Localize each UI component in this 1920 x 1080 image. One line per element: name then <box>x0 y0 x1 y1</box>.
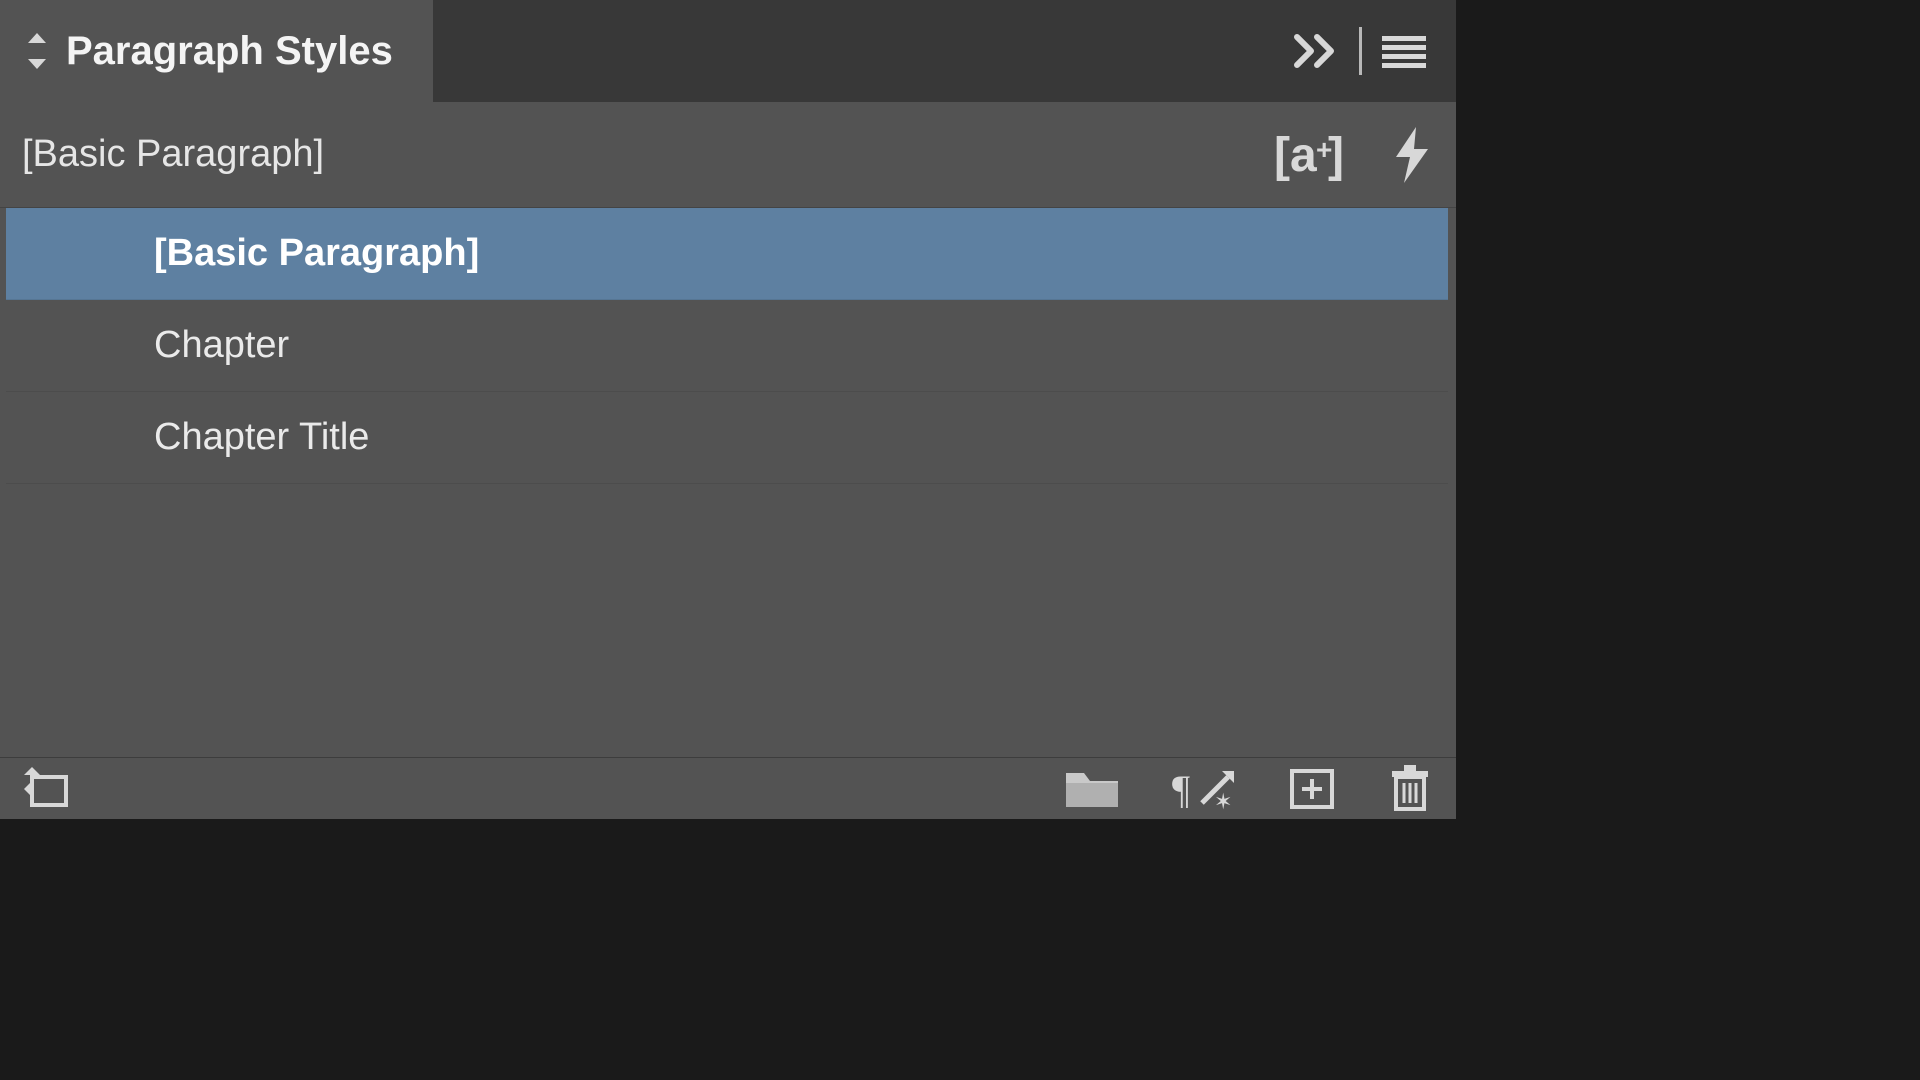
style-row-basic-paragraph[interactable]: [Basic Paragraph] <box>6 208 1448 300</box>
style-row-label: Chapter <box>154 324 289 367</box>
panel-tab-label: Paragraph Styles <box>66 29 393 74</box>
panel-tabbar-controls <box>1289 0 1456 102</box>
drag-handle-icon[interactable] <box>24 33 50 69</box>
create-new-style-icon[interactable] <box>1288 767 1336 811</box>
current-style-label: [Basic Paragraph] <box>22 133 324 176</box>
collapse-panel-icon[interactable] <box>1289 23 1345 79</box>
panel-tab-paragraph-styles[interactable]: Paragraph Styles <box>0 0 433 102</box>
style-row-chapter-title[interactable]: Chapter Title <box>6 392 1448 484</box>
svg-text:✶: ✶ <box>1214 789 1232 811</box>
new-style-from-selection-icon[interactable]: [a + ] <box>1274 127 1346 183</box>
footer-left-icon[interactable] <box>24 767 72 811</box>
style-row-label: [Basic Paragraph] <box>154 232 479 275</box>
panel-footer: ¶ ✶ <box>0 757 1456 819</box>
style-row-label: Chapter Title <box>154 416 369 459</box>
paragraph-styles-panel: Paragraph Styles [Basic Paragraph <box>0 0 1456 819</box>
panel-menu-icon[interactable] <box>1376 23 1432 79</box>
style-list: [Basic Paragraph] Chapter Chapter Title <box>0 208 1456 757</box>
svg-text:]: ] <box>1328 129 1344 182</box>
current-style-actions: [a + ] <box>1274 127 1432 183</box>
panel-tabbar: Paragraph Styles <box>0 0 1456 102</box>
separator <box>1359 27 1362 75</box>
footer-actions: ¶ ✶ <box>1064 765 1432 813</box>
svg-text:[a: [a <box>1274 129 1317 182</box>
svg-text:¶: ¶ <box>1172 767 1190 811</box>
current-style-row: [Basic Paragraph] [a + ] <box>0 102 1456 208</box>
style-row-chapter[interactable]: Chapter <box>6 300 1448 392</box>
style-group-folder-icon[interactable] <box>1064 767 1120 811</box>
quick-apply-lightning-icon[interactable] <box>1392 127 1432 183</box>
delete-style-trash-icon[interactable] <box>1388 765 1432 813</box>
clear-overrides-icon[interactable]: ¶ ✶ <box>1172 767 1236 811</box>
